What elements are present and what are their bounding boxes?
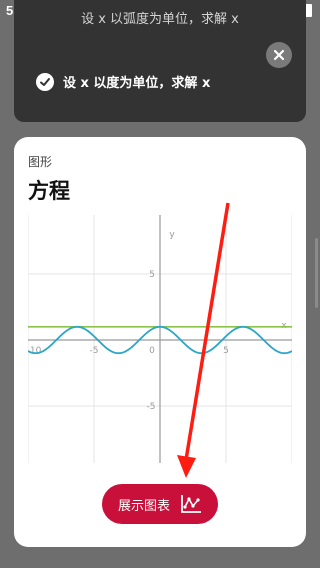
- y-axis-label: y: [169, 230, 175, 240]
- graph-card: 图形 方程 -10-5055-5yx 展示图表: [14, 137, 306, 547]
- toast-message-row: 设 x 以度为单位，求解 x: [36, 72, 210, 91]
- page-title: 设 x 以弧度为单位，求解 x: [81, 12, 239, 27]
- scrollbar[interactable]: [315, 238, 318, 308]
- toast-text: 设 x 以度为单位，求解 x: [63, 76, 211, 91]
- show-chart-label: 展示图表: [117, 498, 170, 514]
- tick-label-y-pos5: 5: [149, 270, 155, 280]
- tick-label-y-neg5: -5: [147, 402, 156, 412]
- chart-icon: [181, 495, 201, 513]
- tick-label-x-left: -10: [28, 346, 42, 356]
- close-button[interactable]: [266, 42, 292, 68]
- card-label: 图形: [28, 155, 53, 169]
- tick-label-x-neg5: -5: [90, 346, 99, 356]
- graph-axes: [28, 215, 292, 463]
- tick-label-origin: 0: [149, 346, 155, 356]
- show-chart-button[interactable]: 展示图表: [102, 484, 218, 524]
- equation-graph[interactable]: -10-5055-5yx: [28, 215, 292, 463]
- card-title: 方程: [28, 179, 70, 203]
- check-icon: [36, 72, 54, 91]
- close-icon: [273, 49, 285, 61]
- tick-label-x-pos5: 5: [223, 346, 229, 356]
